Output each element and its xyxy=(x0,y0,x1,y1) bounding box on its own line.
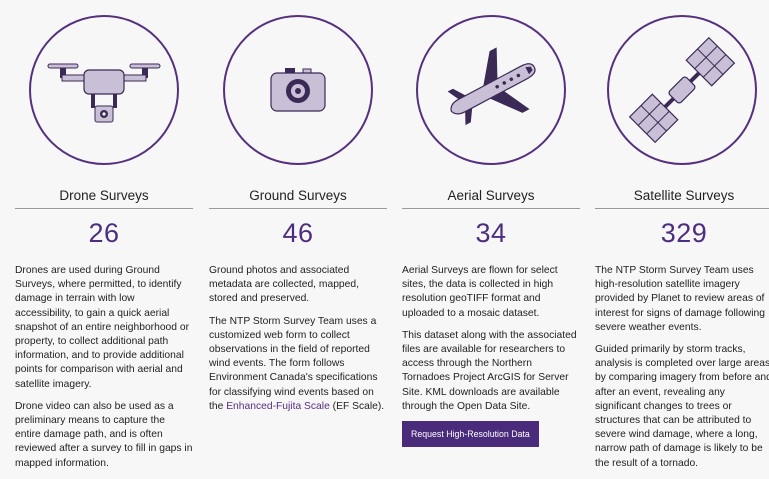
divider xyxy=(15,208,193,209)
description-paragraph: Guided primarily by storm tracks, analys… xyxy=(595,344,769,469)
camera-icon xyxy=(270,68,326,112)
camera-icon-circle xyxy=(223,15,373,165)
description-text: (EF Scale). xyxy=(329,400,385,412)
airplane-icon-circle xyxy=(416,15,566,165)
survey-count: 329 xyxy=(660,218,708,248)
divider xyxy=(402,208,580,209)
description-paragraph: Aerial Surveys are flown for select site… xyxy=(402,265,558,319)
drone-icon-circle xyxy=(29,15,179,165)
survey-title: Drone Surveys xyxy=(59,188,149,203)
survey-count: 26 xyxy=(88,218,120,248)
survey-description: Ground photos and associated metadata ar… xyxy=(209,264,387,422)
description-paragraph: Ground photos and associated metadata ar… xyxy=(209,265,359,305)
survey-title: Ground Surveys xyxy=(249,188,347,203)
survey-description: Aerial Surveys are flown for select site… xyxy=(402,264,580,448)
survey-title: Satellite Surveys xyxy=(633,188,735,203)
description-paragraph: This dataset along with the associated f… xyxy=(402,329,577,412)
description-paragraph: Drones are used during Ground Surveys, w… xyxy=(15,265,190,390)
survey-count: 46 xyxy=(282,218,314,248)
drone-icon xyxy=(47,63,161,123)
survey-description: Drones are used during Ground Surveys, w… xyxy=(15,264,193,479)
survey-count: 34 xyxy=(475,218,507,248)
description-paragraph: The NTP Storm Survey Team uses high-reso… xyxy=(595,265,765,333)
description-text: The NTP Storm Survey Team uses a customi… xyxy=(209,315,378,412)
satellite-icon-circle xyxy=(607,15,757,165)
description-paragraph: Drone video can also be used as a prelim… xyxy=(15,400,193,469)
description-paragraph: The NTP Storm Survey Team uses a customi… xyxy=(209,315,387,414)
satellite-icon xyxy=(628,36,736,144)
request-high-resolution-data-button[interactable]: Request High-Resolution Data xyxy=(402,421,539,448)
enhanced-fujita-scale-link[interactable]: Enhanced-Fujita Scale xyxy=(226,401,330,412)
divider xyxy=(209,208,387,209)
divider xyxy=(595,208,769,209)
airplane-icon xyxy=(447,47,536,126)
survey-description: The NTP Storm Survey Team uses high-reso… xyxy=(595,264,769,479)
survey-title: Aerial Surveys xyxy=(447,188,535,203)
